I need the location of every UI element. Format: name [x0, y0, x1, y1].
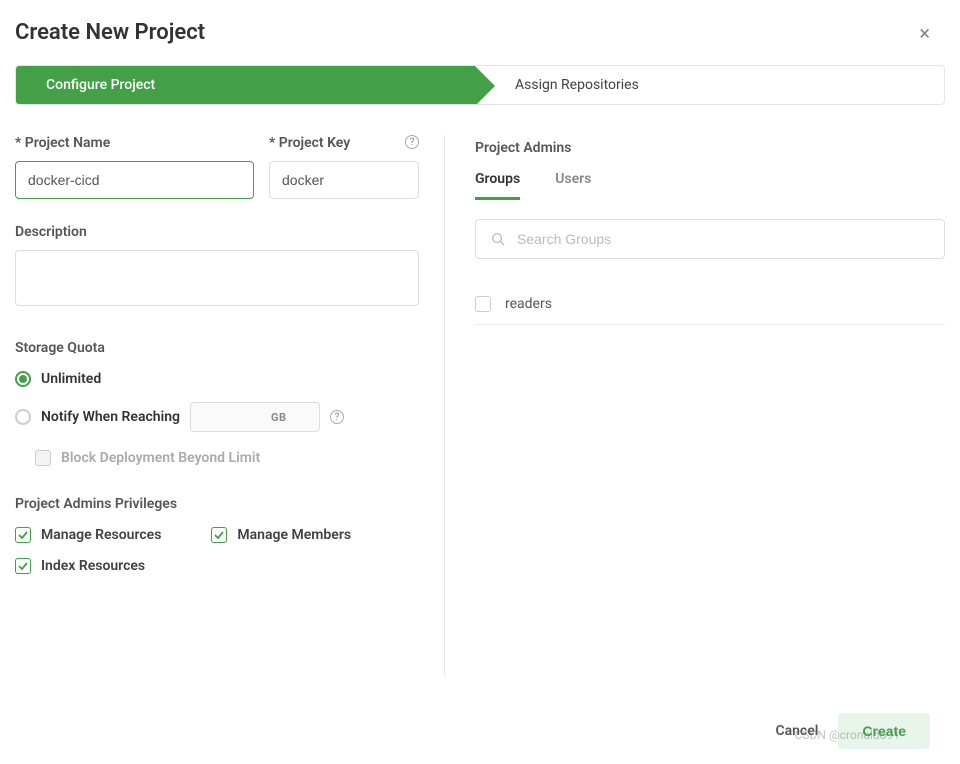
- group-name: readers: [505, 296, 552, 312]
- description-label: Description: [15, 224, 419, 240]
- block-deployment-option: Block Deployment Beyond Limit: [35, 450, 419, 466]
- project-admins-title: Project Admins: [475, 140, 945, 156]
- gb-unit-label: GB: [271, 411, 287, 424]
- dialog-title: Create New Project: [15, 20, 205, 45]
- unlimited-label: Unlimited: [41, 371, 101, 387]
- tab-users[interactable]: Users: [555, 171, 591, 200]
- notify-label: Notify When Reaching: [41, 409, 180, 425]
- project-key-label: * Project Key: [269, 135, 419, 151]
- privilege-label: Manage Members: [237, 527, 351, 543]
- checkbox-checked-icon: [15, 527, 31, 543]
- help-icon[interactable]: ?: [405, 135, 419, 149]
- storage-notify-option[interactable]: Notify When Reaching GB ?: [15, 402, 419, 432]
- privilege-label: Manage Resources: [41, 527, 161, 543]
- group-item-readers[interactable]: readers: [475, 284, 945, 325]
- step-configure-project[interactable]: Configure Project: [16, 66, 475, 104]
- project-key-input[interactable]: [269, 161, 419, 199]
- cancel-button[interactable]: Cancel: [775, 723, 818, 739]
- create-button[interactable]: Create: [838, 713, 930, 749]
- checkbox-checked-icon: [211, 527, 227, 543]
- search-icon: [491, 232, 505, 246]
- description-input[interactable]: [15, 250, 419, 306]
- privilege-manage-members[interactable]: Manage Members: [211, 527, 351, 543]
- step-label: Assign Repositories: [515, 77, 639, 93]
- radio-selected-icon: [15, 371, 31, 387]
- tab-groups[interactable]: Groups: [475, 171, 520, 200]
- quota-amount-input[interactable]: [201, 410, 271, 425]
- privileges-label: Project Admins Privileges: [15, 496, 419, 512]
- help-icon[interactable]: ?: [330, 410, 344, 424]
- privilege-manage-resources[interactable]: Manage Resources: [15, 527, 161, 543]
- privilege-label: Index Resources: [41, 558, 145, 574]
- privilege-index-resources[interactable]: Index Resources: [15, 558, 145, 574]
- checkbox-checked-icon: [15, 558, 31, 574]
- radio-unselected-icon: [15, 409, 31, 425]
- step-label: Configure Project: [46, 77, 155, 93]
- project-name-label: * Project Name: [15, 135, 254, 151]
- checkbox-disabled-icon: [35, 450, 51, 466]
- quota-amount-field: GB: [190, 402, 320, 432]
- storage-quota-label: Storage Quota: [15, 340, 419, 356]
- checkbox-unchecked-icon[interactable]: [475, 296, 491, 312]
- close-icon[interactable]: ×: [909, 21, 940, 45]
- wizard-stepper: Configure Project Assign Repositories: [15, 65, 945, 105]
- search-groups-input[interactable]: [517, 231, 929, 247]
- search-groups-field[interactable]: [475, 219, 945, 259]
- storage-unlimited-option[interactable]: Unlimited: [15, 371, 419, 387]
- project-name-input[interactable]: [15, 161, 254, 199]
- step-assign-repositories[interactable]: Assign Repositories: [475, 66, 944, 104]
- block-deployment-label: Block Deployment Beyond Limit: [61, 450, 260, 466]
